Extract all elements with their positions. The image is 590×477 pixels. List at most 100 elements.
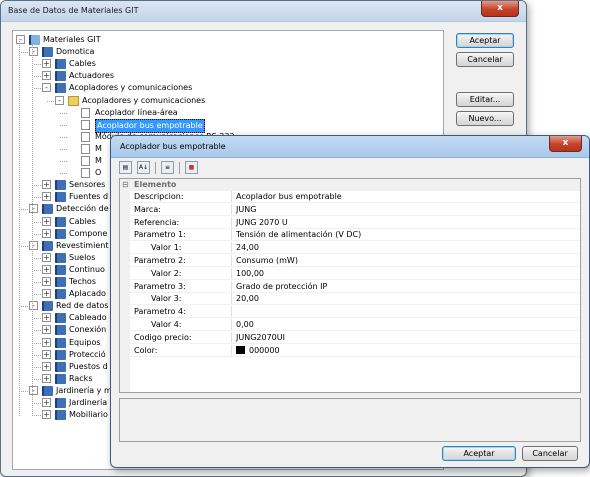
tree-node[interactable]: + Cables <box>13 58 443 70</box>
tree-guide-line <box>32 41 33 416</box>
property-row[interactable]: Valor 1: 24,00 <box>120 242 580 255</box>
book-icon <box>55 192 66 203</box>
expand-icon[interactable]: + <box>42 349 51 359</box>
expand-icon[interactable]: + <box>42 373 51 383</box>
close-button[interactable]: x <box>481 1 519 17</box>
property-value[interactable]: Consumo (mW) <box>236 255 298 267</box>
collapse-icon[interactable]: - <box>29 240 38 250</box>
document-icon <box>81 168 90 179</box>
new-button[interactable]: Nuevo... <box>456 111 514 126</box>
property-row[interactable]: Descripcion: Acoplador bus empotrable <box>120 191 580 203</box>
tree-connector <box>21 52 28 54</box>
property-value[interactable]: JUNG2070UI <box>236 332 285 344</box>
book-icon <box>42 301 53 312</box>
property-row[interactable]: Parametro 3: Grado de protección IP <box>120 280 580 293</box>
description-pane <box>119 398 581 442</box>
tree-connector <box>34 378 41 380</box>
property-value[interactable]: 0,00 <box>236 319 254 331</box>
property-row[interactable]: Parametro 1: Tensión de alimentación (V D… <box>120 229 580 242</box>
property-value[interactable]: Grado de protección IP <box>236 281 327 293</box>
collapse-icon[interactable]: - <box>16 35 25 44</box>
window-title: Base de Datos de Materiales GIT <box>8 6 139 15</box>
expand-icon[interactable]: + <box>42 216 51 226</box>
tree-node-label: Cableado <box>69 313 107 323</box>
tree-node-label: Sensores <box>69 180 106 190</box>
expand-icon[interactable]: + <box>42 313 51 323</box>
expand-icon[interactable]: + <box>42 398 51 407</box>
tree-node-label: Actuadores <box>69 71 115 81</box>
categorized-icon[interactable]: ▤ <box>119 161 132 174</box>
expand-icon[interactable]: + <box>42 59 51 69</box>
column-divider <box>231 331 232 343</box>
property-value[interactable]: Tensión de alimentación (V DC) <box>236 229 361 241</box>
property-row[interactable]: Valor 4: 0,00 <box>120 319 580 331</box>
expand-icon[interactable]: + <box>42 277 51 286</box>
property-row[interactable]: Parametro 4: <box>120 306 580 319</box>
cancel-button[interactable]: Cancelar <box>456 52 514 67</box>
expand-icon[interactable]: + <box>42 325 51 335</box>
collapse-icon[interactable]: - <box>29 47 38 57</box>
expand-icon[interactable]: + <box>42 71 51 81</box>
book-icon <box>55 337 66 348</box>
property-value[interactable]: Acoplador bus empotrable <box>236 191 342 203</box>
property-value[interactable]: 20,00 <box>236 293 259 305</box>
collapse-icon[interactable]: - <box>29 385 38 395</box>
document-icon <box>81 119 90 130</box>
property-value[interactable]: JUNG <box>236 204 256 216</box>
expand-icon[interactable]: + <box>42 361 51 371</box>
tree-node[interactable]: + Actuadores <box>13 70 443 82</box>
tree-node[interactable]: - Acopladores y comunicaciones <box>13 82 443 94</box>
tree-node[interactable]: - Materiales GIT <box>13 34 443 46</box>
tree-node[interactable]: - Acopladores y comunicaciones <box>13 95 443 107</box>
expand-icon[interactable]: + <box>42 289 51 299</box>
palette-icon[interactable]: ■ <box>185 161 198 174</box>
property-row[interactable]: Marca: JUNG <box>120 203 580 216</box>
tree-connector <box>34 76 41 78</box>
tree-node-label: Materiales GIT <box>43 35 101 44</box>
tree-connector <box>34 185 41 187</box>
expand-icon[interactable]: + <box>42 410 51 420</box>
book-icon <box>55 264 66 275</box>
edit-button[interactable]: Editar... <box>456 92 514 107</box>
tree-connector <box>34 64 41 66</box>
collapse-icon[interactable]: - <box>29 301 38 311</box>
collapse-icon[interactable]: - <box>42 83 51 93</box>
property-row[interactable]: Valor 2: 100,00 <box>120 267 580 280</box>
property-name: Parametro 1: <box>134 230 186 240</box>
collapse-icon[interactable]: ⊟ <box>122 179 129 191</box>
tree-node-label: Protecció <box>69 349 106 359</box>
tree-guide-line <box>19 41 20 416</box>
property-row[interactable]: Color: 000000 <box>120 344 580 357</box>
properties-icon[interactable]: ≡ <box>161 161 174 174</box>
expand-icon[interactable]: + <box>42 252 51 262</box>
expand-icon[interactable]: + <box>42 180 51 190</box>
expand-icon[interactable]: + <box>42 264 51 274</box>
property-row[interactable]: Valor 3: 20,00 <box>120 293 580 306</box>
property-value[interactable]: 24,00 <box>236 242 259 254</box>
category-row[interactable]: ⊟ Elemento <box>120 179 580 191</box>
expand-icon[interactable]: + <box>42 337 51 347</box>
dialog-accept-button[interactable]: Aceptar <box>442 446 516 461</box>
tree-node[interactable]: Acoplador bus empotrable <box>13 118 443 133</box>
collapse-icon[interactable]: - <box>29 204 38 214</box>
property-name: Parametro 3: <box>134 281 186 291</box>
property-value[interactable]: 000000 <box>236 345 280 357</box>
property-value[interactable]: JUNG 2070 U <box>236 217 288 229</box>
alphabetical-icon[interactable]: A↓ <box>137 161 150 174</box>
tree-node-label: Domotica <box>56 47 95 57</box>
tree-node[interactable]: Acoplador línea-área <box>13 107 443 119</box>
collapse-icon[interactable]: - <box>55 95 64 105</box>
expand-icon[interactable]: + <box>42 228 51 238</box>
column-divider <box>231 229 232 241</box>
dialog-cancel-button[interactable]: Cancelar <box>522 446 578 461</box>
property-name: Valor 1: <box>151 243 182 253</box>
property-row[interactable]: Codigo precio: JUNG2070UI <box>120 331 580 344</box>
dialog-close-button[interactable]: x <box>549 136 582 152</box>
accept-button[interactable]: Aceptar <box>456 33 514 48</box>
tree-connector <box>34 403 41 404</box>
property-row[interactable]: Referencia: JUNG 2070 U <box>120 216 580 229</box>
property-value[interactable]: 100,00 <box>236 268 264 280</box>
property-row[interactable]: Parametro 2: Consumo (mW) <box>120 255 580 267</box>
tree-node[interactable]: - Domotica <box>13 46 443 58</box>
expand-icon[interactable]: + <box>42 192 51 202</box>
